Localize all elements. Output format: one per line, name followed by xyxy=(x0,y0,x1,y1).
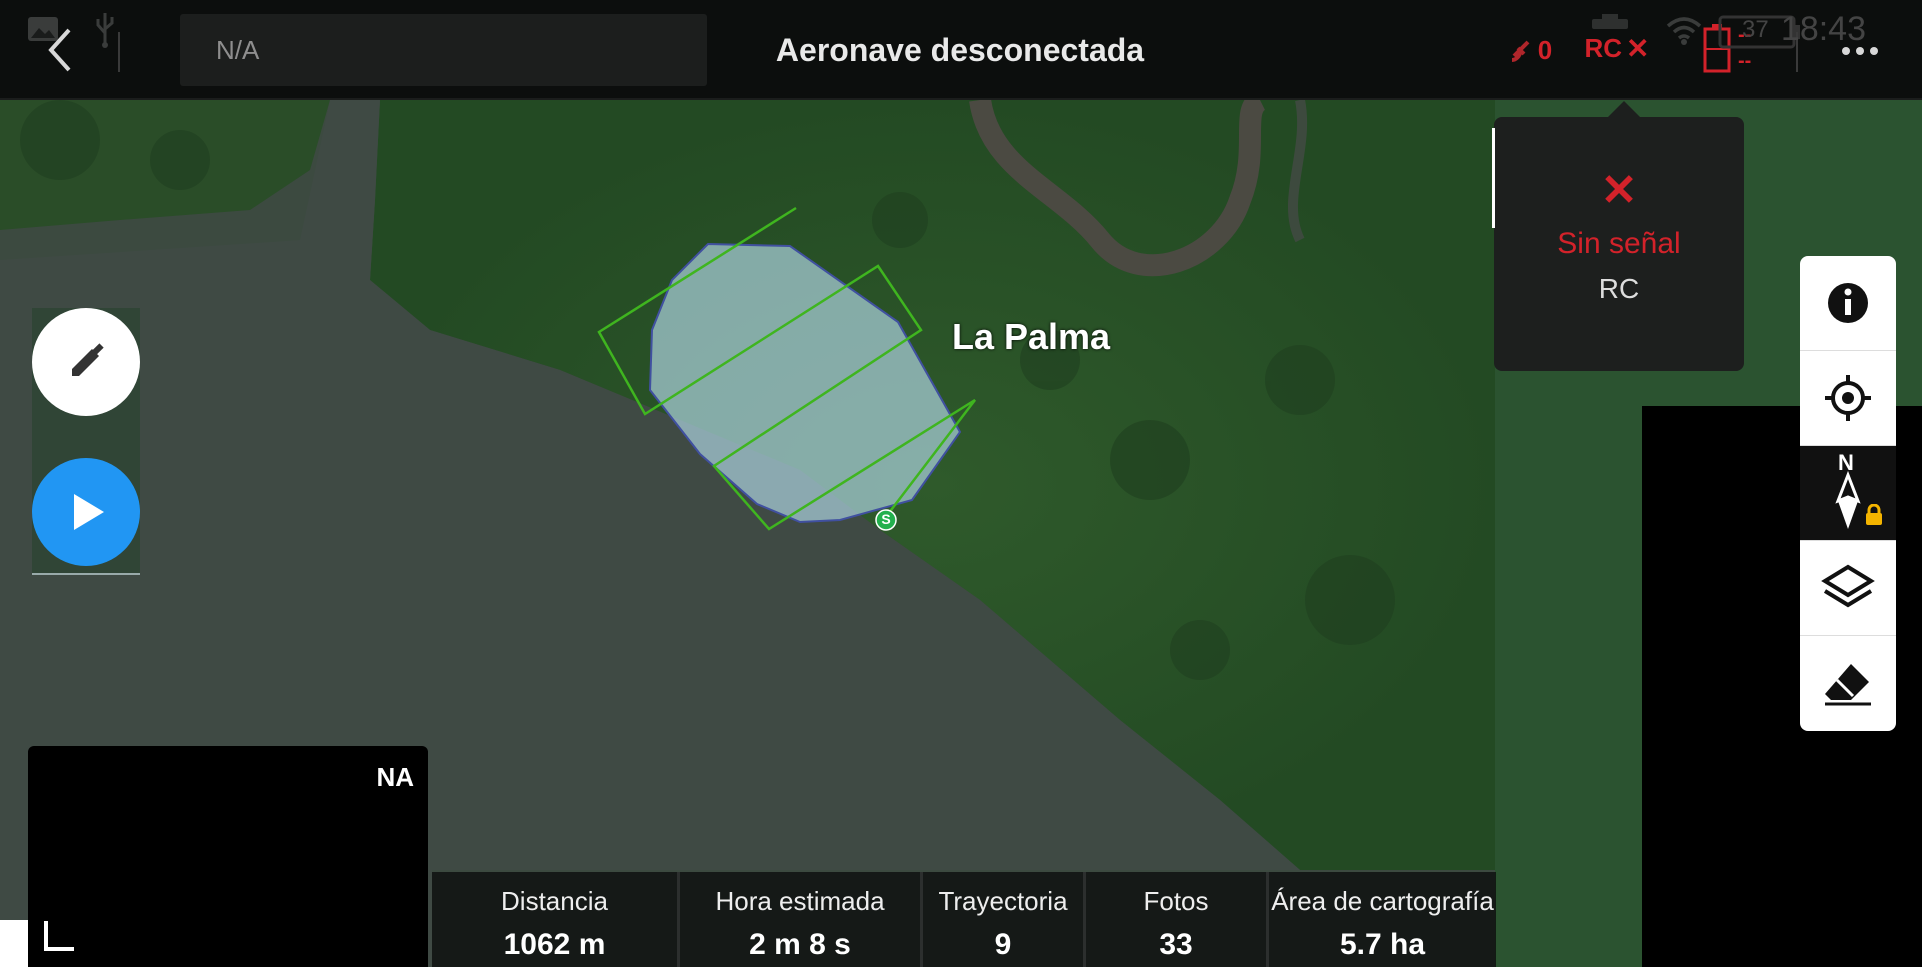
more-dots-icon xyxy=(1842,47,1878,55)
info-button[interactable] xyxy=(1800,256,1896,351)
layers-button[interactable] xyxy=(1800,541,1896,636)
mission-name-field[interactable]: N/A xyxy=(180,14,707,86)
satellite-signal-indicator: 0 xyxy=(1505,30,1555,70)
map-toolbar: N xyxy=(1800,256,1896,731)
wifi-icon xyxy=(1664,14,1704,48)
usb-icon xyxy=(92,10,118,50)
rc-antenna-icon xyxy=(1588,12,1632,32)
top-bar: N/A Aeronave desconectada 0 RC ✕ -- -- 3… xyxy=(0,0,1922,100)
edit-button[interactable] xyxy=(32,308,140,416)
pencil-icon xyxy=(72,343,104,376)
clear-button[interactable] xyxy=(1800,636,1896,730)
battery-bottom-value: -- xyxy=(1738,50,1752,72)
close-icon: ✕ xyxy=(1626,32,1650,64)
popup-pointer xyxy=(1608,101,1640,117)
lock-icon xyxy=(1866,504,1882,525)
stat-estimated-time: Hora estimada 2 m 8 s xyxy=(715,886,885,961)
compass-icon xyxy=(1835,470,1861,529)
compass-north-label: N xyxy=(1838,450,1854,475)
play-icon xyxy=(74,494,104,530)
separator xyxy=(118,32,120,72)
eraser-icon xyxy=(1825,664,1871,706)
stat-trajectory: Trayectoria 9 xyxy=(938,886,1068,961)
map-edge-divider xyxy=(1492,128,1495,228)
compass-lock-button[interactable]: N xyxy=(1800,446,1896,541)
play-button[interactable] xyxy=(32,458,140,566)
signal-status: Sin señal xyxy=(1557,227,1681,260)
mission-stats-bar: Distancia 1062 m Hora estimada 2 m 8 s T… xyxy=(432,872,1496,967)
minimap-label: NA xyxy=(376,762,414,792)
start-marker-label: S xyxy=(881,511,891,527)
stat-mapping-area: Área de cartografía 5.7 ha xyxy=(1271,886,1494,961)
rc-signal-popup: ✕ Sin señal RC xyxy=(1494,117,1744,371)
connection-status-title: Aeronave desconectada xyxy=(775,31,1145,68)
layers-icon xyxy=(1821,564,1875,608)
rc-disconnected-indicator: RC ✕ xyxy=(1584,32,1650,64)
back-button[interactable] xyxy=(40,24,80,76)
camera-minimap[interactable]: NA xyxy=(28,746,428,967)
crosshair-icon xyxy=(1825,375,1871,421)
locate-button[interactable] xyxy=(1800,351,1896,446)
close-icon: ✕ xyxy=(1600,166,1638,215)
signal-source: RC xyxy=(1598,273,1640,304)
satellite-icon xyxy=(1511,40,1530,62)
place-label: La Palma xyxy=(952,316,1111,357)
info-icon xyxy=(1828,283,1868,323)
more-options-button[interactable] xyxy=(1840,36,1880,66)
chevron-left-icon xyxy=(48,28,71,72)
minimap-edge xyxy=(0,920,28,967)
expand-corner-icon xyxy=(44,921,74,951)
stat-distance: Distancia 1062 m xyxy=(501,886,608,961)
left-action-panel xyxy=(32,308,140,575)
stat-photos: Fotos 33 xyxy=(1143,886,1209,961)
